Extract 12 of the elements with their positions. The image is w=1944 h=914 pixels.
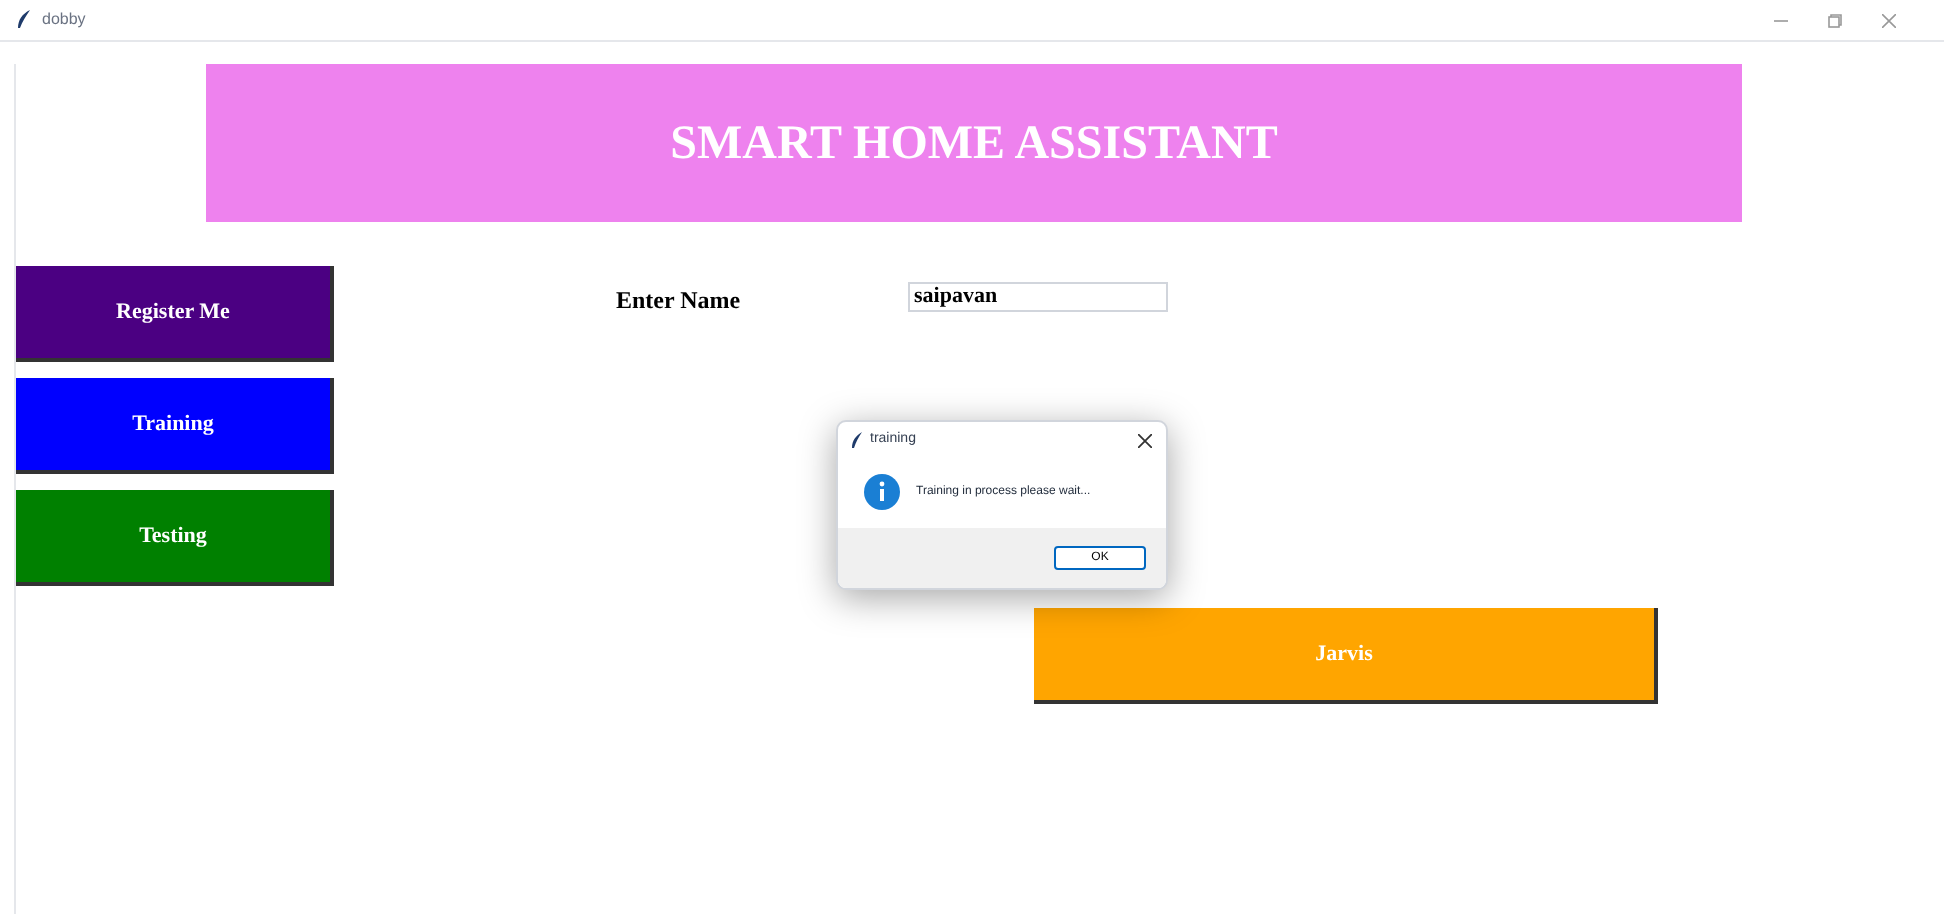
menu-button[interactable]: Testing bbox=[16, 490, 334, 586]
menu-button[interactable]: Training bbox=[16, 378, 334, 474]
feather-icon bbox=[16, 10, 32, 30]
name-label: Enter Name bbox=[616, 284, 743, 318]
close-icon[interactable] bbox=[1138, 433, 1152, 447]
restore-icon[interactable] bbox=[1828, 13, 1842, 27]
header-banner: SMART HOME ASSISTANT bbox=[206, 64, 1742, 222]
feather-icon bbox=[852, 432, 862, 448]
menu-button[interactable]: Register Me bbox=[16, 266, 334, 362]
info-icon bbox=[864, 474, 900, 510]
window-title: dobby bbox=[42, 8, 86, 32]
name-input[interactable]: saipavan bbox=[908, 282, 1168, 312]
